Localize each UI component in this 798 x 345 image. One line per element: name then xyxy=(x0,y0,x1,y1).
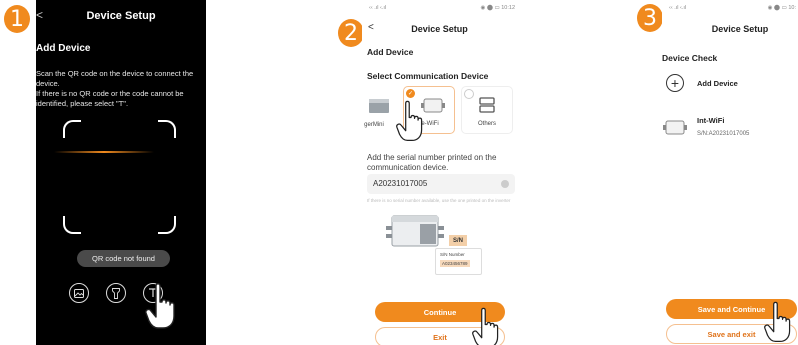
selected-check-icon: ✓ xyxy=(406,89,415,98)
scan-instructions: Scan the QR code on the device to connec… xyxy=(36,69,194,108)
section-title: Add Device xyxy=(367,47,414,57)
plus-icon: + xyxy=(666,74,684,92)
tap-hand-icon xyxy=(145,283,175,329)
unselected-radio-icon xyxy=(464,89,474,99)
page-title: Device Setup xyxy=(711,24,769,34)
status-signal: ‹‹ .ıl ‹.ıl xyxy=(369,5,387,11)
serial-prompt: Add the serial number printed on the com… xyxy=(367,153,497,172)
step-badge-2: 2 xyxy=(338,19,364,47)
serial-number-value: A20231017005 xyxy=(373,179,428,188)
tap-hand-icon xyxy=(472,307,499,345)
add-device-row[interactable]: + Add Device xyxy=(666,73,796,95)
add-device-label: Add Device xyxy=(697,79,738,88)
page-title: Device Setup xyxy=(411,24,468,34)
status-time: ◉ ⬤ ▭ 10:12 xyxy=(480,5,516,11)
tap-hand-icon xyxy=(764,301,791,343)
status-signal: ‹‹ .ıl ‹.ıl xyxy=(669,5,687,11)
flashlight-button[interactable] xyxy=(106,283,126,303)
page-title: Device Setup xyxy=(86,10,156,22)
image-icon xyxy=(74,288,84,298)
scan-line xyxy=(54,151,154,153)
sn-tag: S/N xyxy=(449,235,467,246)
gallery-button[interactable] xyxy=(69,283,89,303)
device-list-item[interactable]: Int-WiFi S/N:A20231017005 xyxy=(662,112,798,144)
panel-select-device: ‹‹ .ıl ‹.ıl ◉ ⬤ ▭ 10:12 < Device Setup A… xyxy=(362,0,517,345)
sn-number-label: S/N Number xyxy=(440,252,465,257)
inverter-icon xyxy=(369,99,389,113)
serial-number-field[interactable]: A20231017005 xyxy=(367,174,515,194)
device-label: Others xyxy=(477,121,496,127)
panel-device-check: ‹‹ .ıl ‹.ıl ◉ ⬤ ▭ 10: Device Setup Devic… xyxy=(662,0,798,345)
comm-device-heading: Select Communication Device xyxy=(367,71,489,81)
qr-not-found-toast: QR code not found xyxy=(77,250,170,267)
device-label: gerMini xyxy=(364,122,384,128)
wifi-module-icon xyxy=(663,120,687,135)
device-check-heading: Device Check xyxy=(662,53,718,63)
serial-hint: If there is no serial number available, … xyxy=(367,198,511,203)
section-title: Add Device xyxy=(36,43,91,54)
step-badge-1: 1 xyxy=(4,5,30,33)
device-name: Int-WiFi xyxy=(697,116,725,125)
step-badge-3: 3 xyxy=(637,4,663,32)
device-card-germini[interactable]: gerMini xyxy=(362,86,400,134)
sn-label-card: S/N Number A023456789 xyxy=(435,248,482,275)
device-sn: S/N:A20231017005 xyxy=(697,131,750,137)
status-time: ◉ ⬤ ▭ 10: xyxy=(767,5,796,11)
inverter-illustration xyxy=(386,215,444,247)
device-card-others[interactable]: Others xyxy=(461,86,513,134)
module-grid-icon xyxy=(479,97,495,113)
flashlight-icon xyxy=(112,287,120,299)
sn-number-value: A023456789 xyxy=(440,260,470,267)
panel-scan-qr: < Device Setup Add Device Scan the QR co… xyxy=(36,0,206,345)
clear-icon[interactable] xyxy=(501,180,509,188)
tap-hand-icon xyxy=(396,100,423,142)
